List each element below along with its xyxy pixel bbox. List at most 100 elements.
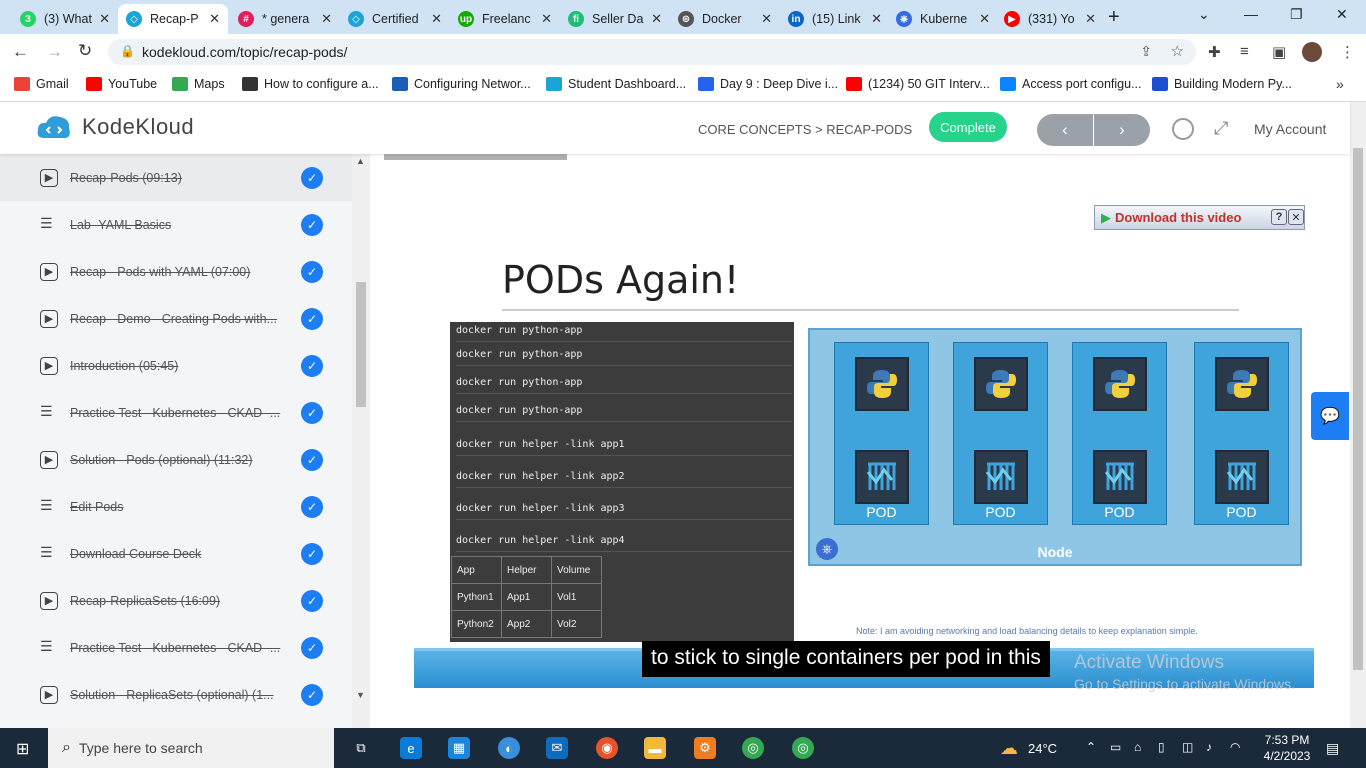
chrome-icon[interactable]: ◎ xyxy=(742,737,764,759)
breadcrumb[interactable]: CORE CONCEPTS > RECAP-PODS xyxy=(698,122,912,137)
chrome-profile-icon[interactable]: ◎ xyxy=(792,737,814,759)
download-video-button[interactable]: ▶ Download this video ? ✕ xyxy=(1094,205,1305,230)
bookmark-item[interactable]: Gmail xyxy=(14,77,69,91)
browser-tab[interactable]: 3 (3) What ✕ xyxy=(12,4,118,34)
battery-icon[interactable]: ▭ xyxy=(1110,740,1121,754)
volume-icon[interactable]: ♪ xyxy=(1206,740,1212,754)
complete-button[interactable]: Complete xyxy=(929,112,1007,142)
back-icon[interactable]: ← xyxy=(12,42,29,62)
video-player[interactable]: ▶ Download this video ? ✕ PODs Again! do… xyxy=(384,154,1330,688)
my-account-link[interactable]: My Account xyxy=(1254,121,1326,137)
minimize-button[interactable]: — xyxy=(1244,6,1258,22)
browser-tab[interactable]: in (15) Link ✕ xyxy=(780,4,890,34)
completed-check-icon[interactable]: ✓ xyxy=(301,260,323,283)
skype-icon[interactable]: ◐ xyxy=(498,737,520,759)
device-icon[interactable]: ▯ xyxy=(1158,740,1165,754)
share-icon[interactable]: ⇪ xyxy=(1140,43,1152,60)
lesson-item[interactable]: ☰ Lab- YAML Basics ✓ xyxy=(0,201,352,248)
tab-close-icon[interactable]: ✕ xyxy=(99,11,110,27)
close-icon[interactable]: ✕ xyxy=(1288,209,1304,225)
fullscreen-icon[interactable]: ⤢ xyxy=(1214,118,1228,139)
lesson-item[interactable]: ☰ Practice Test - Kubernetes - CKAD -... ✓ xyxy=(0,624,352,671)
browser-tab[interactable]: # * genera ✕ xyxy=(230,4,340,34)
bookmark-item[interactable]: Configuring Networ... xyxy=(392,77,531,91)
sidebar-scrollbar[interactable]: ▲ ▼ xyxy=(352,154,370,728)
lesson-item[interactable]: ☰ Edit Pods ✓ xyxy=(0,483,352,530)
tab-close-icon[interactable]: ✕ xyxy=(1085,11,1096,27)
task-view-icon[interactable]: ⧉ xyxy=(350,737,372,759)
extensions-icon[interactable]: ✚ xyxy=(1208,43,1221,61)
notifications-icon[interactable]: ▤ xyxy=(1326,740,1339,757)
restore-button[interactable]: ❐ xyxy=(1290,6,1303,23)
mail-icon[interactable]: ✉ xyxy=(546,737,568,759)
completed-check-icon[interactable]: ✓ xyxy=(301,307,323,330)
browser-tab[interactable]: ◇ Recap-P ✕ xyxy=(118,4,228,34)
completed-check-icon[interactable]: ✓ xyxy=(301,636,323,659)
completed-check-icon[interactable]: ✓ xyxy=(301,542,323,565)
new-tab-button[interactable]: + xyxy=(1108,6,1120,29)
prev-lesson-button[interactable]: ‹ xyxy=(1037,114,1093,146)
completed-check-icon[interactable]: ✓ xyxy=(301,401,323,424)
page-scrollbar[interactable] xyxy=(1350,102,1366,728)
bookmark-item[interactable]: YouTube xyxy=(86,77,157,91)
browser-tab[interactable]: fi Seller Da ✕ xyxy=(560,4,670,34)
completed-check-icon[interactable]: ✓ xyxy=(301,213,323,236)
lesson-item[interactable]: ▶ Introduction (05:45) ✓ xyxy=(0,342,352,389)
bookmark-item[interactable]: How to configure a... xyxy=(242,77,379,91)
browser-tab[interactable]: ⎈ Kuberne ✕ xyxy=(888,4,998,34)
lesson-item[interactable]: ☰ Practice Test - Kubernetes - CKAD -... ✓ xyxy=(0,389,352,436)
bookmark-star-icon[interactable]: ☆ xyxy=(1171,42,1184,60)
forward-icon[interactable]: → xyxy=(46,42,63,62)
taskbar-search-box[interactable]: ⌕ Type here to search xyxy=(48,728,334,768)
store-icon[interactable]: ▦ xyxy=(448,737,470,759)
tab-close-icon[interactable]: ✕ xyxy=(209,11,220,27)
media-control-icon[interactable]: ≡ xyxy=(1240,43,1249,60)
dark-mode-icon[interactable] xyxy=(1172,118,1194,140)
page-scroll-thumb[interactable] xyxy=(1353,148,1363,670)
tab-close-icon[interactable]: ✕ xyxy=(871,11,882,27)
browser-tab[interactable]: ◇ Certified ✕ xyxy=(340,4,450,34)
side-panel-icon[interactable]: ▣ xyxy=(1272,43,1286,61)
reload-icon[interactable]: ↻ xyxy=(78,41,92,61)
lesson-item[interactable]: ▶ Recap - Demo - Creating Pods with... ✓ xyxy=(0,295,352,342)
tab-close-icon[interactable]: ✕ xyxy=(431,11,442,27)
completed-check-icon[interactable]: ✓ xyxy=(301,448,323,471)
show-hidden-icons-icon[interactable]: ⌃ xyxy=(1086,740,1096,754)
lesson-item[interactable]: ▶ Solution - Pods (optional) (11:32) ✓ xyxy=(0,436,352,483)
omnibox[interactable]: 🔒 kodekloud.com/topic/recap-pods/ ⇪ ☆ xyxy=(108,39,1196,65)
completed-check-icon[interactable]: ✓ xyxy=(301,495,323,518)
browser-tab[interactable]: up Freelanc ✕ xyxy=(450,4,560,34)
scroll-up-arrow-icon[interactable]: ▲ xyxy=(356,156,365,166)
bookmark-item[interactable]: Maps xyxy=(172,77,225,91)
bookmark-item[interactable]: Building Modern Py... xyxy=(1152,77,1292,91)
help-icon[interactable]: ? xyxy=(1271,209,1287,225)
more-bookmarks-icon[interactable]: » xyxy=(1336,76,1344,92)
network-icon[interactable]: ⌂ xyxy=(1134,740,1141,754)
bookmark-item[interactable]: Access port configu... xyxy=(1000,77,1142,91)
app-icon[interactable]: ◉ xyxy=(596,737,618,759)
tab-close-icon[interactable]: ✕ xyxy=(761,11,772,27)
lesson-item[interactable]: ▶ Recap-Pods (09:13) ✓ xyxy=(0,154,352,201)
kodekloud-logo[interactable]: KodeKloud xyxy=(36,114,194,140)
wifi-icon[interactable]: ◠ xyxy=(1230,740,1240,754)
tab-close-icon[interactable]: ✕ xyxy=(541,11,552,27)
close-window-button[interactable]: ✕ xyxy=(1336,6,1348,23)
tab-search-icon[interactable]: ⌄ xyxy=(1198,6,1210,23)
tab-close-icon[interactable]: ✕ xyxy=(979,11,990,27)
chat-icon[interactable]: 💬 xyxy=(1311,392,1349,440)
clock[interactable]: 7:53 PM 4/2/2023 xyxy=(1262,732,1312,764)
lesson-item[interactable]: ▶ Recap-ReplicaSets (16:09) ✓ xyxy=(0,577,352,624)
next-lesson-button[interactable]: › xyxy=(1094,114,1150,146)
bookmark-item[interactable]: Student Dashboard... xyxy=(546,77,686,91)
scroll-down-arrow-icon[interactable]: ▼ xyxy=(356,690,365,700)
browser-tab[interactable]: ⊛ Docker ✕ xyxy=(670,4,780,34)
screen-icon[interactable]: ◫ xyxy=(1182,740,1193,754)
bookmark-item[interactable]: (1234) 50 GIT Interv... xyxy=(846,77,990,91)
completed-check-icon[interactable]: ✓ xyxy=(301,354,323,377)
url-text[interactable]: kodekloud.com/topic/recap-pods/ xyxy=(142,44,347,60)
file-explorer-icon[interactable]: ▬ xyxy=(644,737,666,759)
lesson-item[interactable]: ▶ Solution - ReplicaSets (optional) (1...… xyxy=(0,671,352,718)
completed-check-icon[interactable]: ✓ xyxy=(301,589,323,612)
lesson-item[interactable]: ▶ Recap - Pods with YAML (07:00) ✓ xyxy=(0,248,352,295)
completed-check-icon[interactable]: ✓ xyxy=(301,683,323,706)
